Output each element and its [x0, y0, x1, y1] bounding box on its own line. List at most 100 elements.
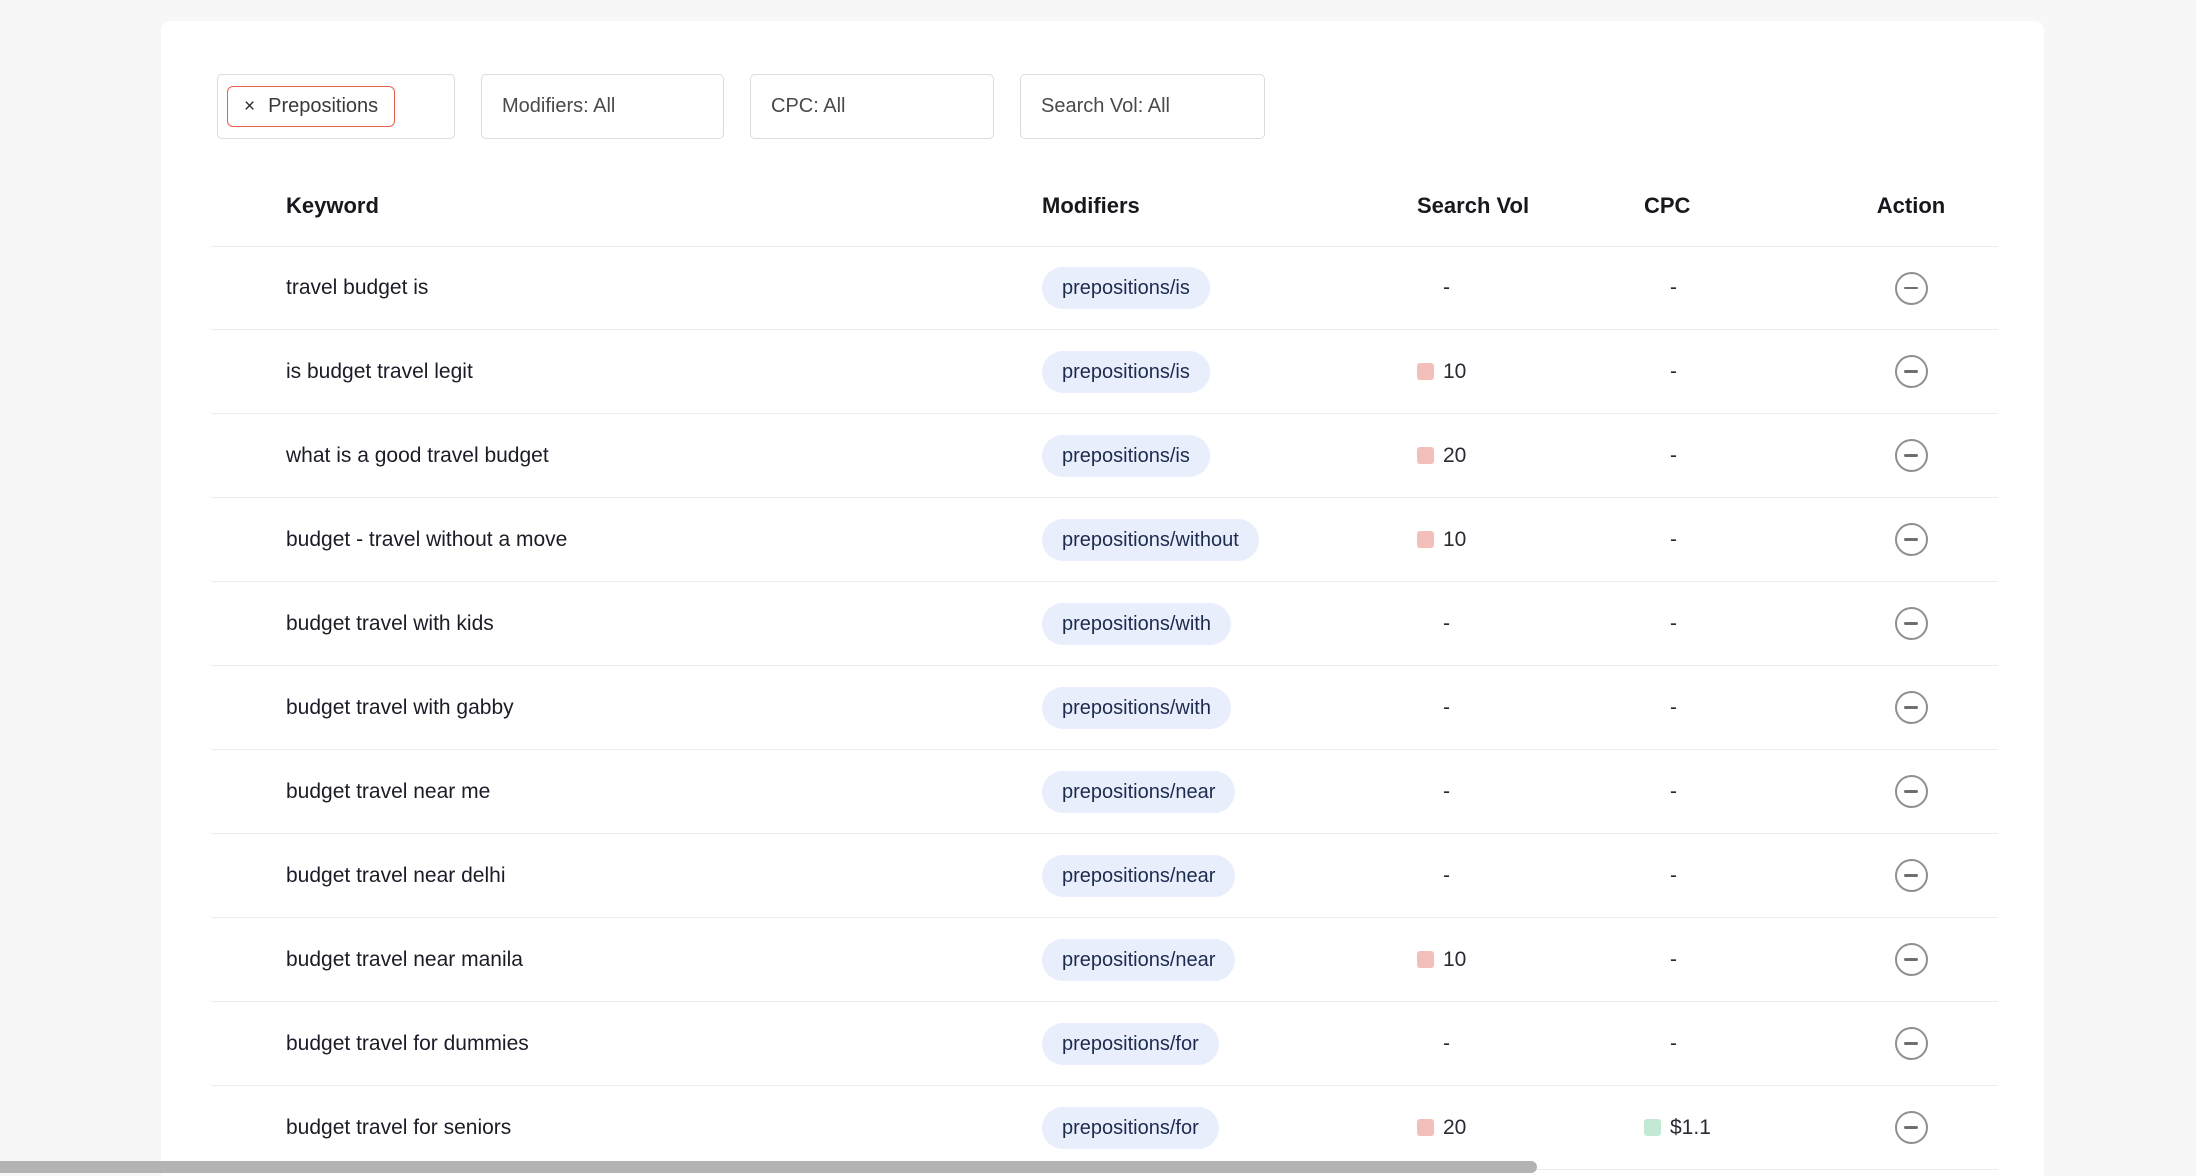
modifier-cell: prepositions/near — [1042, 855, 1417, 897]
search-vol-cell: - — [1417, 696, 1644, 720]
action-cell — [1869, 691, 1998, 724]
keyword-text: budget travel near manila — [286, 948, 523, 971]
search-vol-swatch — [1417, 531, 1434, 548]
modifier-cell: prepositions/with — [1042, 603, 1417, 645]
search-vol-value: - — [1443, 780, 1450, 804]
cpc-cell: - — [1644, 696, 1869, 720]
keyword-type-filter[interactable]: × Prepositions — [217, 74, 455, 139]
search-vol-cell: 10 — [1417, 948, 1644, 972]
modifier-cell: prepositions/near — [1042, 939, 1417, 981]
search-vol-value: - — [1443, 696, 1450, 720]
cpc-swatch — [1644, 1119, 1661, 1136]
remove-keyword-button[interactable] — [1895, 523, 1928, 556]
cpc-cell: - — [1644, 360, 1869, 384]
prepositions-chip[interactable]: × Prepositions — [227, 86, 395, 127]
minus-icon — [1904, 1126, 1918, 1129]
modifiers-filter-dropdown[interactable]: Modifiers: All — [481, 74, 724, 139]
minus-icon — [1904, 958, 1918, 961]
keyword-cell: budget travel for dummies — [211, 1032, 1042, 1056]
remove-keyword-button[interactable] — [1895, 272, 1928, 305]
search-vol-cell: - — [1417, 780, 1644, 804]
keyword-cell: is budget travel legit — [211, 360, 1042, 384]
modifier-pill: prepositions/for — [1042, 1107, 1219, 1149]
search-vol-value: - — [1443, 864, 1450, 888]
modifier-pill: prepositions/without — [1042, 519, 1259, 561]
keyword-text: budget - travel without a move — [286, 528, 567, 551]
modifier-pill: prepositions/near — [1042, 771, 1235, 813]
keyword-cell: travel budget is — [211, 276, 1042, 300]
column-header-search-vol: Search Vol — [1417, 193, 1644, 219]
keyword-text: budget travel near me — [286, 780, 490, 803]
remove-keyword-button[interactable] — [1895, 859, 1928, 892]
minus-icon — [1904, 454, 1918, 457]
cpc-value: $1.1 — [1670, 1116, 1711, 1140]
minus-icon — [1904, 790, 1918, 793]
search-vol-cell: - — [1417, 276, 1644, 300]
cpc-value: - — [1670, 276, 1677, 300]
cpc-cell: - — [1644, 528, 1869, 552]
cpc-cell: - — [1644, 780, 1869, 804]
cpc-cell: $1.1 — [1644, 1116, 1869, 1140]
column-header-cpc: CPC — [1644, 193, 1869, 219]
search-vol-filter-dropdown[interactable]: Search Vol: All — [1020, 74, 1265, 139]
remove-keyword-button[interactable] — [1895, 607, 1928, 640]
search-vol-cell: 20 — [1417, 444, 1644, 468]
modifier-cell: prepositions/is — [1042, 267, 1417, 309]
modifier-pill: prepositions/is — [1042, 267, 1210, 309]
search-vol-swatch — [1417, 447, 1434, 464]
cpc-cell: - — [1644, 276, 1869, 300]
modifier-pill: prepositions/is — [1042, 435, 1210, 477]
table-row: budget travel with gabby prepositions/wi… — [211, 666, 1998, 750]
column-header-action: Action — [1869, 193, 1998, 219]
search-vol-cell: - — [1417, 1032, 1644, 1056]
keyword-cell: budget travel with gabby — [211, 696, 1042, 720]
modifier-cell: prepositions/is — [1042, 351, 1417, 393]
filter-bar: × Prepositions Modifiers: All CPC: All S… — [217, 74, 1265, 139]
table-body: travel budget is prepositions/is - - is … — [211, 246, 1998, 1170]
cpc-value: - — [1670, 696, 1677, 720]
search-vol-swatch — [1417, 951, 1434, 968]
modifier-pill: prepositions/with — [1042, 687, 1231, 729]
modifier-pill: prepositions/near — [1042, 939, 1235, 981]
cpc-value: - — [1670, 528, 1677, 552]
cpc-value: - — [1670, 948, 1677, 972]
search-vol-value: - — [1443, 276, 1450, 300]
keyword-cell: budget travel near me — [211, 780, 1042, 804]
modifier-cell: prepositions/with — [1042, 687, 1417, 729]
table-row: budget travel with kids prepositions/wit… — [211, 582, 1998, 666]
action-cell — [1869, 272, 1998, 305]
search-vol-value: - — [1443, 1032, 1450, 1056]
remove-keyword-button[interactable] — [1895, 691, 1928, 724]
keyword-cell: budget travel near delhi — [211, 864, 1042, 888]
remove-chip-icon[interactable]: × — [244, 97, 255, 116]
cpc-cell: - — [1644, 612, 1869, 636]
cpc-value: - — [1670, 780, 1677, 804]
chip-label: Prepositions — [268, 95, 378, 118]
action-cell — [1869, 523, 1998, 556]
remove-keyword-button[interactable] — [1895, 1027, 1928, 1060]
minus-icon — [1904, 370, 1918, 373]
keyword-text: budget travel near delhi — [286, 864, 506, 887]
keyword-text: what is a good travel budget — [286, 444, 549, 467]
search-vol-cell: 10 — [1417, 360, 1644, 384]
remove-keyword-button[interactable] — [1895, 1111, 1928, 1144]
keyword-cell: what is a good travel budget — [211, 444, 1042, 468]
remove-keyword-button[interactable] — [1895, 775, 1928, 808]
modifier-cell: prepositions/is — [1042, 435, 1417, 477]
keyword-text: budget travel for dummies — [286, 1032, 529, 1055]
action-cell — [1869, 775, 1998, 808]
remove-keyword-button[interactable] — [1895, 439, 1928, 472]
keyword-cell: budget travel for seniors — [211, 1116, 1042, 1140]
cpc-filter-dropdown[interactable]: CPC: All — [750, 74, 994, 139]
remove-keyword-button[interactable] — [1895, 943, 1928, 976]
search-vol-swatch — [1417, 363, 1434, 380]
action-cell — [1869, 607, 1998, 640]
cpc-cell: - — [1644, 1032, 1869, 1056]
table-row: budget travel near me prepositions/near … — [211, 750, 1998, 834]
minus-icon — [1904, 538, 1918, 541]
column-header-modifiers: Modifiers — [1042, 193, 1417, 219]
remove-keyword-button[interactable] — [1895, 355, 1928, 388]
horizontal-scrollbar-thumb[interactable] — [0, 1161, 1537, 1173]
keyword-cell: budget travel with kids — [211, 612, 1042, 636]
search-vol-value: 10 — [1443, 528, 1466, 552]
